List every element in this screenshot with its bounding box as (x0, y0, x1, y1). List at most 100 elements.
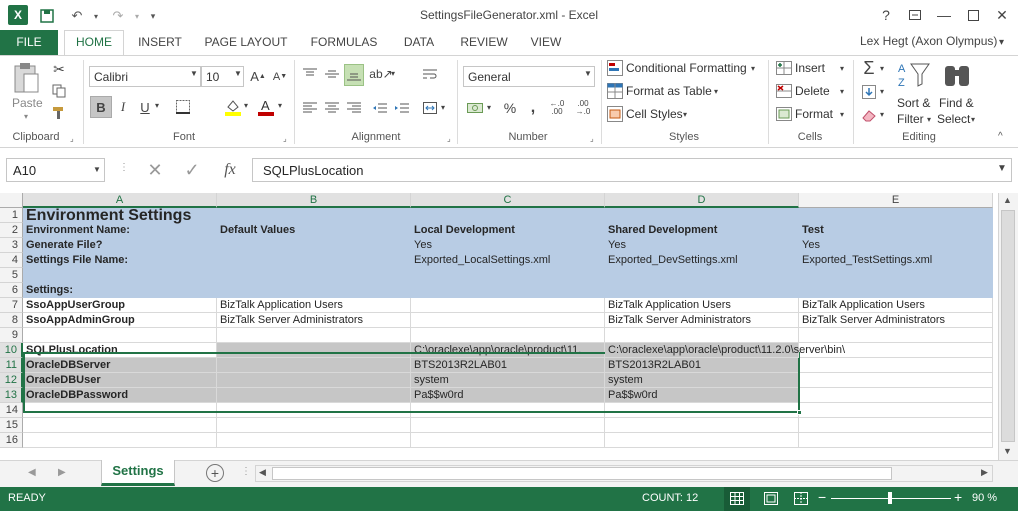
horizontal-scroll-thumb[interactable] (272, 467, 892, 480)
cell-d5[interactable] (605, 268, 799, 283)
fill-dropdown-icon[interactable]: ▾ (880, 87, 884, 96)
orientation-dropdown-icon[interactable]: ▾ (391, 69, 395, 78)
cut-icon[interactable]: ✂ (50, 60, 68, 78)
middle-align-icon[interactable] (322, 64, 342, 84)
cell-c6[interactable] (411, 283, 605, 298)
cell-b8[interactable]: BizTalk Server Administrators (217, 313, 411, 328)
row-header[interactable]: 6 (0, 283, 23, 298)
alignment-launcher-icon[interactable]: ⌟ (447, 134, 451, 143)
row-header[interactable]: 1 (0, 208, 23, 223)
top-align-icon[interactable] (300, 64, 320, 84)
cancel-entry-icon[interactable]: ✕ (143, 158, 167, 182)
name-box[interactable]: A10 (6, 158, 105, 182)
cell-c16[interactable] (411, 433, 605, 448)
orientation-icon[interactable]: ab↗ (369, 64, 392, 84)
cell-a3[interactable]: Generate File? (23, 238, 217, 253)
zoom-in-button[interactable]: + (954, 489, 962, 505)
cell-c12[interactable]: system (411, 373, 605, 388)
cell-a14[interactable] (23, 403, 217, 418)
cell-b13[interactable] (217, 388, 411, 403)
column-header-c[interactable]: C (411, 193, 605, 208)
cell-d8[interactable]: BizTalk Server Administrators (605, 313, 799, 328)
find-select-button[interactable]: Find & (939, 96, 974, 110)
row-header[interactable]: 5 (0, 268, 23, 283)
align-center-icon[interactable] (322, 98, 342, 118)
cell-d13[interactable]: Pa$$w0rd (605, 388, 799, 403)
insert-dropdown-icon[interactable]: ▾ (840, 64, 844, 73)
name-box-dropdown-icon[interactable]: ▼ (93, 165, 101, 174)
font-color-dropdown-icon[interactable]: ▾ (278, 101, 282, 110)
delete-button[interactable]: Delete (795, 84, 830, 98)
cell-e2[interactable]: Test (799, 223, 993, 238)
cell-c14[interactable] (411, 403, 605, 418)
cell-c4[interactable]: Exported_LocalSettings.xml (411, 253, 605, 268)
tab-home[interactable]: HOME (64, 30, 124, 56)
number-format-select[interactable]: General (463, 66, 595, 87)
cell-b4[interactable] (217, 253, 411, 268)
cell-a11[interactable]: OracleDBServer (23, 358, 217, 373)
font-name-select[interactable]: Calibri (89, 66, 201, 87)
row-header[interactable]: 11 (0, 358, 23, 373)
cell-a12[interactable]: OracleDBUser (23, 373, 217, 388)
format-dropdown-icon[interactable]: ▾ (840, 110, 844, 119)
tab-view[interactable]: VIEW (522, 31, 570, 55)
cell-a16[interactable] (23, 433, 217, 448)
account-dropdown-icon[interactable]: ▾ (999, 37, 1004, 48)
cell-b5[interactable] (217, 268, 411, 283)
merge-dropdown-icon[interactable]: ▾ (441, 103, 445, 112)
cell-e6[interactable] (799, 283, 993, 298)
cell-b3[interactable] (217, 238, 411, 253)
format-as-table-dropdown-icon[interactable]: ▾ (714, 87, 718, 96)
cell-b12[interactable] (217, 373, 411, 388)
page-layout-view-icon[interactable] (764, 492, 778, 508)
sort-filter-button[interactable]: Sort & (897, 96, 930, 110)
cell-e4[interactable]: Exported_TestSettings.xml (799, 253, 993, 268)
cell-c8[interactable] (411, 313, 605, 328)
merge-center-icon[interactable] (420, 98, 440, 118)
new-sheet-icon[interactable]: + (206, 464, 224, 482)
cell-d16[interactable] (605, 433, 799, 448)
decrease-decimal-icon[interactable]: .00 →.0 (572, 96, 594, 120)
tab-file[interactable]: FILE (0, 30, 58, 55)
enter-entry-icon[interactable]: ✓ (180, 158, 204, 182)
cell-b2[interactable]: Default Values (217, 223, 411, 238)
tab-data[interactable]: DATA (392, 31, 446, 55)
row-header[interactable]: 12 (0, 373, 23, 388)
find-select-dropdown-icon[interactable]: ▾ (971, 115, 975, 124)
cell-e7[interactable]: BizTalk Application Users (799, 298, 993, 313)
collapse-ribbon-icon[interactable]: ^ (998, 131, 1003, 142)
align-right-icon[interactable] (344, 98, 364, 118)
insert-button[interactable]: Insert (795, 61, 825, 75)
cell-b11[interactable] (217, 358, 411, 373)
cell-b1[interactable] (217, 208, 411, 223)
cell-e15[interactable] (799, 418, 993, 433)
cell-e3[interactable]: Yes (799, 238, 993, 253)
row-header[interactable]: 9 (0, 328, 23, 343)
cell-d4[interactable]: Exported_DevSettings.xml (605, 253, 799, 268)
cell-d9[interactable] (605, 328, 799, 343)
cell-c15[interactable] (411, 418, 605, 433)
row-header[interactable]: 8 (0, 313, 23, 328)
cell-a9[interactable] (23, 328, 217, 343)
cell-c1[interactable] (411, 208, 605, 223)
cell-e9[interactable] (799, 328, 993, 343)
cell-e14[interactable] (799, 403, 993, 418)
cell-d10[interactable]: C:\oraclexe\app\oracle\product\11.2.0\se… (605, 343, 845, 358)
delete-dropdown-icon[interactable]: ▾ (840, 87, 844, 96)
cell-e1[interactable] (799, 208, 993, 223)
cell-b15[interactable] (217, 418, 411, 433)
cell-a1[interactable]: Environment Settings (23, 208, 217, 224)
scroll-sheets-right-icon[interactable]: ▶ (58, 467, 66, 478)
font-launcher-icon[interactable]: ⌟ (283, 134, 287, 143)
scroll-sheets-left-icon[interactable]: ◀ (28, 467, 36, 478)
cell-d6[interactable] (605, 283, 799, 298)
format-button[interactable]: Format (795, 107, 833, 121)
percent-button[interactable]: % (500, 98, 520, 118)
cell-c2[interactable]: Local Development (411, 223, 605, 238)
scroll-right-icon[interactable]: ▶ (981, 467, 988, 478)
cell-b14[interactable] (217, 403, 411, 418)
tab-split-grip-icon[interactable]: ⋮ (241, 466, 251, 477)
zoom-slider-thumb[interactable] (888, 492, 892, 504)
cell-a4[interactable]: Settings File Name: (23, 253, 217, 268)
cell-a2[interactable]: Environment Name: (23, 223, 217, 238)
